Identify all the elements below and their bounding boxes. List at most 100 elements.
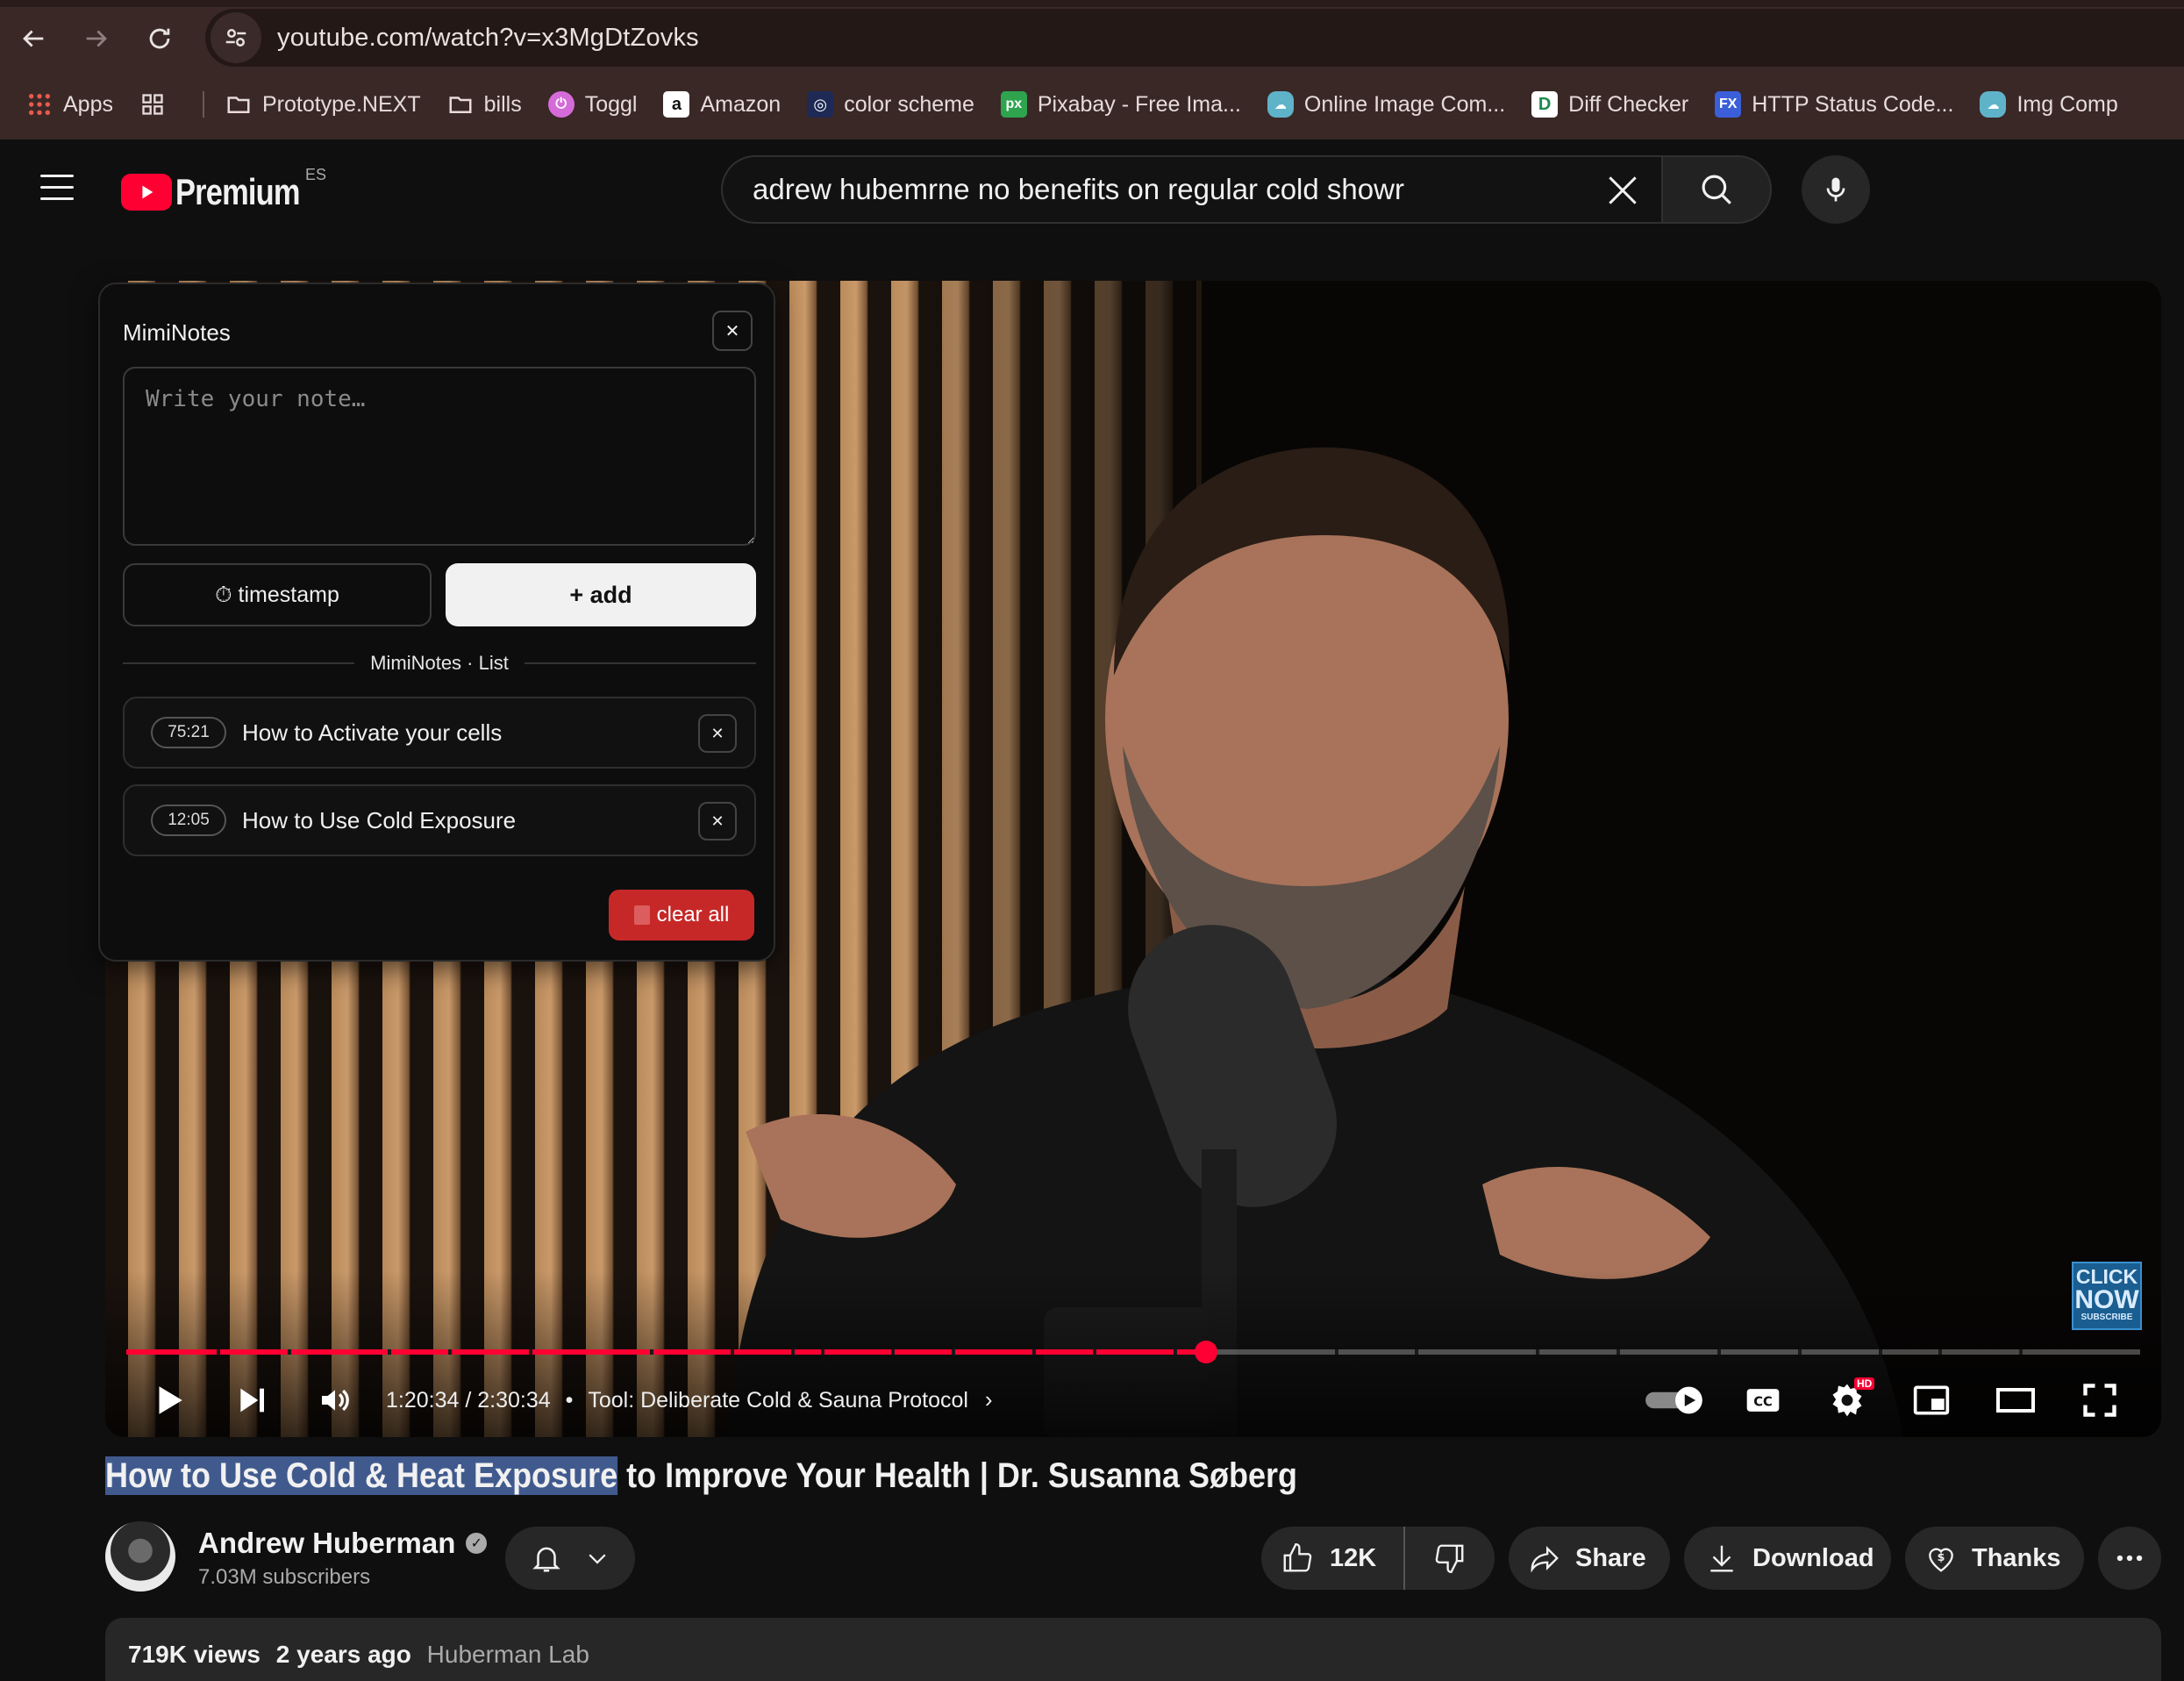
cloud-icon: ☁ — [1267, 91, 1294, 118]
voice-search-button[interactable] — [1802, 155, 1870, 224]
chapter-marker — [529, 1349, 533, 1355]
chapter-marker — [1797, 1349, 1802, 1355]
bookmark-img-comp[interactable]: ☁ Img Comp — [1980, 91, 2118, 118]
autoplay-toggle[interactable] — [1642, 1376, 1709, 1425]
channel-avatar[interactable] — [105, 1521, 175, 1592]
reload-button[interactable] — [139, 18, 181, 60]
chapter-marker — [891, 1349, 896, 1355]
miminotes-close-button[interactable]: ✕ — [712, 311, 753, 351]
channel-tag[interactable]: Huberman Lab — [427, 1641, 589, 1668]
note-timestamp[interactable]: 75:21 — [151, 717, 226, 748]
youtube-header: Premium ES adrew hubemrne no benefits on… — [0, 139, 2184, 238]
notes-list-header: MimiNotes · List — [123, 646, 756, 681]
note-item[interactable]: 12:05 How to Use Cold Exposure ✕ — [123, 784, 756, 856]
fullscreen-icon — [2083, 1384, 2116, 1417]
like-button[interactable]: 12K — [1261, 1527, 1405, 1590]
chapter-marker — [448, 1349, 453, 1355]
theater-mode-button[interactable] — [1991, 1376, 2040, 1425]
download-button[interactable]: Download — [1684, 1527, 1891, 1590]
delete-note-button[interactable]: ✕ — [698, 714, 737, 753]
bookmark-color-scheme[interactable]: ◎ color scheme — [807, 91, 974, 118]
bookmark-prototype-next[interactable]: Prototype.NEXT — [225, 91, 421, 118]
volume-icon — [322, 1389, 349, 1412]
chevron-down-icon — [589, 1554, 606, 1564]
folder-icon — [225, 91, 252, 118]
chapter-marker — [1878, 1349, 1882, 1355]
search-input[interactable]: adrew hubemrne no benefits on regular co… — [721, 155, 1661, 224]
video-title: How to Use Cold & Heat Exposure to Impro… — [105, 1456, 1297, 1495]
chapter-marker — [287, 1349, 291, 1355]
youtube-premium-logo[interactable]: Premium ES — [121, 166, 327, 213]
add-note-button[interactable]: + add — [446, 563, 756, 626]
back-button[interactable] — [12, 18, 54, 60]
grid-icon — [139, 91, 166, 118]
title-selection: How to Use Cold & Heat Exposure — [105, 1456, 618, 1495]
tab-groups-button[interactable] — [139, 91, 176, 118]
share-button[interactable]: Share — [1509, 1527, 1670, 1590]
address-bar[interactable]: youtube.com/watch?v=x3MgDtZovks — [205, 9, 2184, 67]
thanks-button[interactable]: $ Thanks — [1905, 1527, 2084, 1590]
note-text: How to Use Cold Exposure — [242, 806, 517, 833]
description-box[interactable]: 719K views 2 years ago Huberman Lab — [105, 1618, 2161, 1681]
toggl-icon: ⏻ — [547, 91, 575, 118]
settings-button[interactable]: HD — [1823, 1376, 1875, 1425]
bookmark-pixabay[interactable]: px Pixabay - Free Ima... — [1000, 91, 1241, 118]
next-button[interactable] — [226, 1376, 275, 1425]
view-count: 719K views — [128, 1641, 261, 1668]
chapter-marker — [952, 1349, 956, 1355]
upload-age: 2 years ago — [275, 1641, 411, 1668]
bookmarks-separator — [202, 91, 204, 118]
fullscreen-button[interactable] — [2075, 1376, 2124, 1425]
close-icon: ✕ — [710, 724, 724, 742]
arrow-left-icon — [23, 30, 44, 47]
delete-note-button[interactable]: ✕ — [698, 802, 737, 840]
clear-all-button[interactable]: clear all — [609, 890, 754, 941]
chapter-marker — [821, 1349, 825, 1355]
captions-button[interactable]: CC — [1738, 1376, 1788, 1425]
url-text: youtube.com/watch?v=x3MgDtZovks — [277, 23, 699, 52]
theater-mode-icon — [1996, 1388, 2035, 1413]
subscribe-watermark[interactable]: CLICK NOW SUBSCRIBE — [2072, 1262, 2142, 1330]
folder-icon — [447, 91, 474, 118]
close-icon: ✕ — [724, 321, 740, 341]
svg-text:$: $ — [1938, 1550, 1945, 1563]
progress-bar[interactable] — [126, 1341, 2140, 1363]
bookmark-apps[interactable]: Apps — [26, 91, 113, 118]
heart-dollar-icon: $ — [1929, 1548, 1953, 1572]
bell-icon — [532, 1547, 560, 1572]
chapter-marker — [1093, 1349, 1097, 1355]
dislike-button[interactable] — [1405, 1542, 1495, 1575]
search-icon — [1702, 175, 1731, 204]
trash-icon — [633, 905, 650, 925]
clear-search-icon[interactable] — [1603, 171, 1642, 210]
search-button[interactable] — [1661, 155, 1772, 224]
bookmark-online-image-compressor[interactable]: ☁ Online Image Com... — [1267, 91, 1505, 118]
note-timestamp[interactable]: 12:05 — [151, 805, 226, 836]
search-query: adrew hubemrne no benefits on regular co… — [753, 173, 1404, 205]
chapter-title[interactable]: Tool: Deliberate Cold & Sauna Protocol — [588, 1388, 968, 1413]
time-display: 1:20:34 / 2:30:34 • Tool: Deliberate Col… — [386, 1386, 993, 1413]
microphone-icon — [1826, 177, 1845, 202]
bookmark-bills[interactable]: bills — [447, 91, 522, 118]
timestamp-button[interactable]: ⏱ timestamp — [123, 563, 432, 626]
volume-button[interactable] — [310, 1376, 360, 1425]
bookmark-toggl[interactable]: ⏻ Toggl — [547, 91, 637, 118]
bookmark-http-status[interactable]: FX HTTP Status Code... — [1715, 91, 1953, 118]
bookmark-diff-checker[interactable]: D Diff Checker — [1531, 91, 1688, 118]
site-settings-icon[interactable] — [211, 12, 261, 63]
bookmark-amazon[interactable]: a Amazon — [663, 91, 781, 118]
notification-bell-button[interactable] — [505, 1527, 635, 1590]
chevron-right-icon[interactable]: › — [985, 1386, 993, 1413]
close-icon: ✕ — [710, 812, 724, 830]
note-input[interactable] — [123, 367, 756, 546]
channel-name[interactable]: Andrew Huberman ✓ — [198, 1527, 488, 1560]
chapter-marker — [730, 1349, 734, 1355]
note-item[interactable]: 75:21 How to Activate your cells ✕ — [123, 697, 756, 769]
play-button[interactable] — [144, 1376, 193, 1425]
menu-icon[interactable] — [40, 175, 74, 201]
miniplayer-button[interactable] — [1907, 1376, 1956, 1425]
forward-button[interactable] — [75, 18, 118, 60]
scrubber-handle[interactable] — [1194, 1341, 1217, 1363]
more-actions-button[interactable] — [2098, 1527, 2161, 1590]
chapter-marker — [1536, 1349, 1540, 1355]
